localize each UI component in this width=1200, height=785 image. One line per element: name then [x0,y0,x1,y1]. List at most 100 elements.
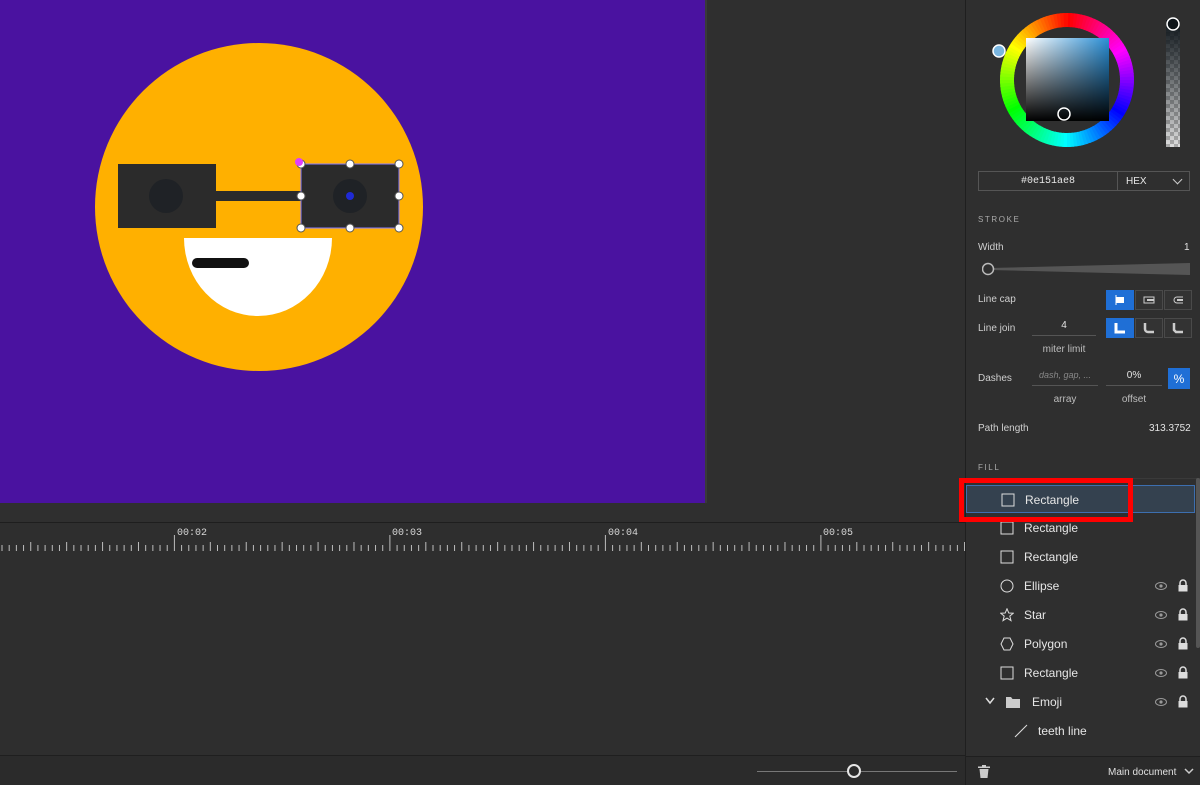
layer-name: Polygon [1024,637,1068,651]
properties-panel: #0e151ae8 HEX STROKE Width 1 Line cap Li… [965,0,1200,785]
ruler-label: 00:02 [177,528,208,539]
layer-name: teeth line [1038,724,1087,738]
width-slider[interactable] [982,262,1190,276]
layer-name: Emoji [1032,695,1063,709]
stroke-section-title: STROKE [978,215,1021,224]
glasses-bridge[interactable] [216,191,301,201]
miter-limit-input[interactable]: 4 [1032,320,1096,336]
layer-name: Rectangle [1024,666,1079,680]
layer-name: Ellipse [1024,579,1060,593]
timeline[interactable]: 00:02 00:03 00:04 00:05 [0,522,965,755]
miter-join-button[interactable] [1106,318,1134,338]
artboard-edge [705,0,707,503]
layer-name: Rectangle [1025,493,1080,507]
bevel-join-button[interactable] [1164,318,1192,338]
lock-icon[interactable] [1177,666,1189,679]
dashes-label: Dashes [978,373,1012,384]
panel-bottom-bar: Main document [966,756,1200,785]
lock-icon[interactable] [1177,608,1189,621]
line-join-group [1106,318,1193,338]
layers-scrollbar[interactable] [1196,478,1200,648]
eye-icon[interactable] [1155,667,1167,679]
line-cap-group [1106,290,1193,310]
layer-item[interactable]: Polygon [966,630,1195,658]
eye-icon[interactable] [1155,609,1167,621]
star-icon [1000,608,1014,622]
hue-handle[interactable] [992,44,1006,58]
hex-input[interactable]: #0e151ae8 [978,171,1118,191]
layer-name: Rectangle [1024,550,1079,564]
miter-join-icon [1114,323,1125,334]
timeline-bottom-bar [0,755,965,785]
document-selector[interactable]: Main document [1108,767,1176,778]
square-cap-icon [1143,296,1155,304]
zoom-slider-knob[interactable] [847,764,861,778]
width-slider-knob[interactable] [982,262,995,276]
canvas-area[interactable] [0,0,965,522]
artboard[interactable] [0,0,705,503]
line-icon [1014,724,1028,738]
butt-cap-icon [1115,295,1124,305]
ruler-label: 00:05 [823,528,854,539]
rectangle-icon [1000,666,1014,680]
percent-toggle-button[interactable]: % [1168,368,1190,389]
miter-limit-label: miter limit [1042,344,1086,355]
fill-section-title: FILL [978,463,1001,472]
rectangle-icon [1000,521,1014,535]
dash-array-input[interactable]: dash, gap, ... [1032,370,1098,386]
color-mode-label: HEX [1126,175,1147,187]
dash-offset-label: offset [1121,394,1147,405]
trash-icon[interactable] [978,765,990,778]
layer-item[interactable]: Rectangle [966,659,1195,687]
selection-center-point[interactable] [346,192,354,200]
lock-icon[interactable] [1177,695,1189,708]
bevel-join-icon [1172,323,1183,334]
color-mode-select[interactable]: HEX [1118,171,1190,191]
transform-origin-handle[interactable] [295,158,303,166]
eye-icon[interactable] [1155,580,1167,592]
line-join-label: Line join [978,323,1016,334]
timeline-ruler[interactable]: 00:02 00:03 00:04 00:05 [0,523,965,555]
layer-item[interactable]: Rectangle [966,485,1195,513]
emoji-drawing[interactable] [0,0,705,503]
round-join-icon [1143,323,1154,334]
lock-icon[interactable] [1177,637,1189,650]
ruler-label: 00:03 [392,528,423,539]
polygon-icon [1000,637,1014,651]
dash-offset-input[interactable]: 0% [1106,370,1162,386]
layers-list[interactable]: Rectangle Rectangle Rectangle Ellipse St… [966,478,1200,756]
left-eye[interactable] [149,179,183,213]
layer-item[interactable]: Star [966,601,1195,629]
layer-name: Rectangle [1024,521,1079,535]
color-picker[interactable] [966,0,1200,165]
chevron-down-icon[interactable] [985,697,995,705]
layer-item[interactable]: Rectangle [966,514,1195,542]
alpha-handle[interactable] [1166,17,1180,31]
ruler-ticks [1,535,965,551]
butt-cap-button[interactable] [1106,290,1134,310]
folder-icon [1006,697,1020,708]
path-length-value: 313.3752 [1149,423,1191,434]
layer-item[interactable]: Ellipse [966,572,1195,600]
width-value[interactable]: 1 [1184,242,1190,253]
eye-icon[interactable] [1155,696,1167,708]
layer-item[interactable]: Rectangle [966,543,1195,571]
path-length-label: Path length [978,423,1029,434]
width-label: Width [978,242,1004,253]
eye-icon[interactable] [1155,638,1167,650]
rectangle-icon [1000,550,1014,564]
teeth-line[interactable] [192,258,249,268]
layer-group-item[interactable]: Emoji [966,688,1195,716]
lock-icon[interactable] [1177,579,1189,592]
chevron-down-icon [1172,174,1183,185]
line-cap-label: Line cap [978,294,1016,305]
square-cap-button[interactable] [1135,290,1163,310]
round-join-button[interactable] [1135,318,1163,338]
layer-item[interactable]: teeth line [966,717,1195,745]
layer-name: Star [1024,608,1047,622]
ruler-label: 00:04 [608,528,639,539]
rectangle-icon [1001,493,1015,507]
chevron-down-icon[interactable] [1184,768,1194,775]
ellipse-icon [1000,579,1014,593]
round-cap-button[interactable] [1164,290,1192,310]
